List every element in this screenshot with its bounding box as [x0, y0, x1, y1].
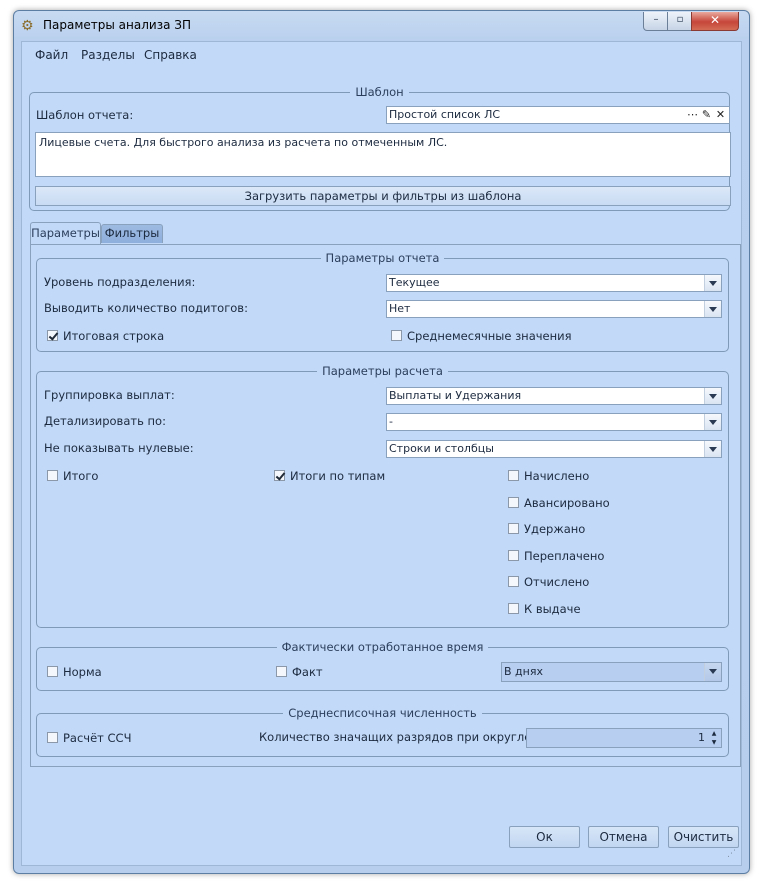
total-label: Итого	[63, 469, 99, 483]
detail-value: -	[389, 415, 393, 428]
deducted-label: Отчислено	[524, 575, 590, 589]
grouping-value: Выплаты и Удержания	[389, 389, 522, 402]
zeros-value: Строки и столбцы	[389, 442, 494, 455]
accrued-label: Начислено	[524, 469, 590, 483]
to-pay-checkbox[interactable]	[508, 603, 519, 614]
calc-headcount-checkbox[interactable]	[47, 732, 58, 743]
calc-headcount-label: Расчёт ССЧ	[63, 731, 132, 745]
total-row-label: Итоговая строка	[63, 329, 165, 343]
calc-params-group: Параметры расчета Группировка выплат: Вы…	[36, 364, 729, 628]
worked-time-title: Фактически отработанное время	[276, 640, 489, 654]
digits-value: 1	[698, 731, 705, 744]
norm-checkbox[interactable]	[47, 666, 58, 677]
withheld-checkbox[interactable]	[508, 523, 519, 534]
cancel-button[interactable]: Отмена	[588, 826, 659, 848]
window-title: Параметры анализа ЗП	[43, 18, 191, 32]
level-label: Уровень подразделения:	[44, 275, 196, 289]
monthly-avg-label: Среднемесячные значения	[407, 329, 572, 343]
report-params-title: Параметры отчета	[320, 251, 445, 265]
maximize-button[interactable]: ▫	[667, 12, 693, 31]
total-checkbox[interactable]	[47, 470, 58, 481]
chevron-down-icon[interactable]	[704, 301, 721, 317]
template-description[interactable]: Лицевые счета. Для быстрого анализа из р…	[35, 132, 731, 177]
clear-button-label: Очистить	[673, 830, 734, 844]
norm-label: Норма	[63, 665, 102, 679]
time-unit-value: В днях	[504, 665, 543, 678]
app-icon: ⚙	[21, 18, 34, 34]
close-button[interactable]: ✕	[691, 12, 739, 31]
template-group-title: Шаблон	[350, 85, 409, 99]
menu-bar: Файл Разделы Справка	[22, 42, 741, 66]
tab-parameters[interactable]: Параметры	[30, 222, 101, 244]
menu-help[interactable]: Справка	[144, 48, 197, 62]
overpaid-label: Переплачено	[524, 549, 605, 563]
template-value: Простой список ЛС	[389, 108, 501, 121]
grouping-label: Группировка выплат:	[44, 388, 175, 402]
fact-label: Факт	[292, 665, 323, 679]
digits-spinner[interactable]: 1 ▲ ▼	[526, 728, 722, 748]
subtotals-label: Выводить количество подитогов:	[44, 301, 248, 315]
zeros-select[interactable]: Строки и столбцы	[386, 440, 722, 458]
advanced-checkbox[interactable]	[508, 497, 519, 508]
template-select[interactable]: Простой список ЛС ⋯ ✎ ✕	[386, 106, 730, 124]
spin-down-icon[interactable]: ▼	[708, 738, 720, 747]
detail-select[interactable]: -	[386, 413, 722, 431]
spin-up-icon[interactable]: ▲	[708, 729, 720, 738]
tab-strip: Параметры Фильтры	[30, 222, 730, 246]
calc-params-title: Параметры расчета	[317, 364, 448, 378]
resize-grip-icon[interactable]: ⋰	[727, 850, 739, 863]
template-group: Шаблон Шаблон отчета: Простой список ЛС …	[29, 85, 731, 211]
ok-button[interactable]: Ок	[509, 826, 580, 848]
report-params-group: Параметры отчета Уровень подразделения: …	[36, 251, 729, 352]
deducted-checkbox[interactable]	[508, 576, 519, 587]
chevron-down-icon[interactable]	[704, 414, 721, 430]
parameters-panel: Параметры отчета Уровень подразделения: …	[30, 244, 741, 767]
withheld-label: Удержано	[524, 522, 586, 536]
headcount-title: Среднесписочная численность	[283, 706, 482, 720]
title-bar[interactable]: ⚙ Параметры анализа ЗП – ▫ ✕	[14, 11, 749, 39]
accrued-checkbox[interactable]	[508, 470, 519, 481]
digits-label: Количество значащих разрядов при округле…	[259, 730, 558, 744]
browse-icon[interactable]: ⋯	[686, 107, 699, 123]
dialog-window: ⚙ Параметры анализа ЗП – ▫ ✕ Файл Раздел…	[13, 10, 750, 874]
level-select[interactable]: Текущее	[386, 274, 722, 292]
total-row-checkbox[interactable]	[47, 330, 58, 341]
to-pay-label: К выдаче	[524, 602, 581, 616]
chevron-down-icon[interactable]	[704, 275, 721, 291]
level-value: Текущее	[389, 276, 440, 289]
zeros-label: Не показывать нулевые:	[44, 441, 194, 455]
type-totals-checkbox[interactable]	[274, 470, 285, 481]
menu-sections[interactable]: Разделы	[81, 48, 135, 62]
chevron-down-icon[interactable]	[704, 388, 721, 404]
headcount-group: Среднесписочная численность Расчёт ССЧ К…	[36, 706, 729, 757]
overpaid-checkbox[interactable]	[508, 550, 519, 561]
edit-icon[interactable]: ✎	[700, 107, 713, 123]
chevron-down-icon[interactable]	[704, 441, 721, 457]
fact-checkbox[interactable]	[276, 666, 287, 677]
minimize-button[interactable]: –	[643, 12, 669, 31]
template-label: Шаблон отчета:	[36, 108, 134, 122]
load-template-button[interactable]: Загрузить параметры и фильтры из шаблона	[35, 186, 731, 206]
dialog-client-area: Файл Разделы Справка Шаблон Шаблон отчет…	[21, 41, 742, 866]
tab-filters[interactable]: Фильтры	[101, 224, 163, 243]
detail-label: Детализировать по:	[44, 414, 166, 428]
advanced-label: Авансировано	[524, 496, 610, 510]
subtotals-select[interactable]: Нет	[386, 300, 722, 318]
clear-icon[interactable]: ✕	[714, 107, 727, 123]
clear-button[interactable]: Очистить	[668, 826, 739, 848]
type-totals-label: Итоги по типам	[290, 469, 386, 483]
monthly-avg-checkbox[interactable]	[391, 330, 402, 341]
chevron-down-icon[interactable]	[704, 663, 721, 681]
menu-file[interactable]: Файл	[35, 48, 68, 62]
subtotals-value: Нет	[389, 302, 411, 315]
worked-time-group: Фактически отработанное время Норма Факт…	[36, 640, 729, 691]
grouping-select[interactable]: Выплаты и Удержания	[386, 387, 722, 405]
time-unit-select[interactable]: В днях	[501, 662, 722, 682]
